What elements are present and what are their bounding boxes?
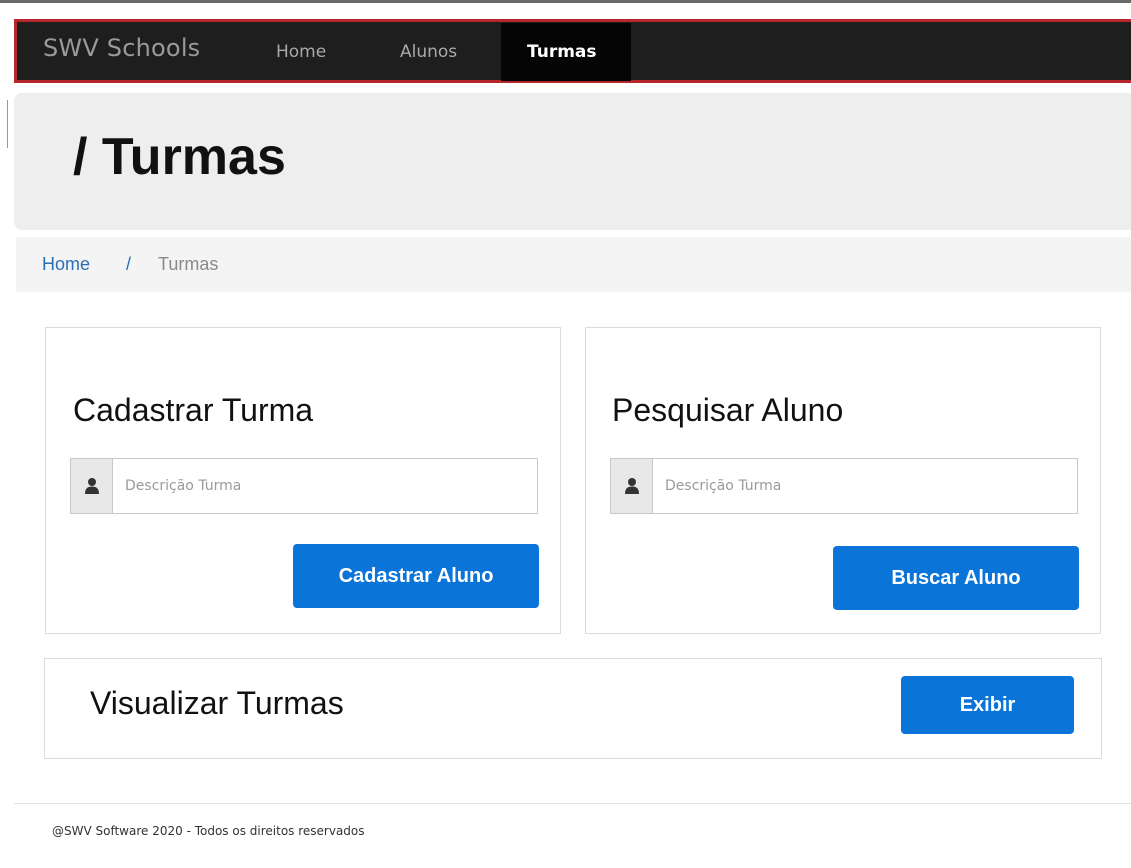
footer-divider — [14, 803, 1131, 804]
window-top-edge — [0, 0, 1131, 14]
breadcrumb-current: Turmas — [158, 254, 219, 274]
cadastrar-input-group — [70, 458, 538, 514]
footer-copyright: @SWV Software 2020 - Todos os direitos r… — [52, 824, 365, 838]
pesquisar-input-group — [610, 458, 1078, 514]
visualizar-turmas-title: Visualizar Turmas — [90, 685, 344, 721]
nav-item-home[interactable]: Home — [250, 23, 352, 81]
cadastrar-turma-title: Cadastrar Turma — [73, 392, 314, 428]
buscar-aluno-button[interactable]: Buscar Aluno — [833, 546, 1079, 610]
cadastrar-turma-panel: Cadastrar Turma Cadastrar Aluno — [45, 327, 561, 634]
breadcrumb-home-link[interactable]: Home — [42, 237, 90, 292]
nav-item-turmas[interactable]: Turmas — [501, 23, 631, 81]
user-icon — [71, 459, 113, 513]
pesquisar-aluno-panel: Pesquisar Aluno Buscar Aluno — [585, 327, 1101, 634]
cadastrar-aluno-button[interactable]: Cadastrar Aluno — [293, 544, 539, 608]
navbar: SWV Schools Home Alunos Turmas — [14, 19, 1131, 83]
brand-logo-text[interactable]: SWV Schools — [43, 34, 200, 62]
breadcrumb: Home / Turmas — [16, 237, 1131, 292]
page-title: / Turmas — [73, 128, 286, 186]
window-edge-line — [7, 100, 8, 148]
pesquisar-descricao-input[interactable] — [653, 459, 1077, 513]
pesquisar-aluno-title: Pesquisar Aluno — [612, 392, 844, 428]
descricao-turma-input[interactable] — [113, 459, 537, 513]
visualizar-turmas-panel: Visualizar Turmas Exibir — [44, 658, 1102, 759]
nav-item-alunos[interactable]: Alunos — [374, 23, 483, 81]
user-icon — [611, 459, 653, 513]
exibir-button[interactable]: Exibir — [901, 676, 1074, 734]
breadcrumb-separator: / — [126, 254, 132, 274]
